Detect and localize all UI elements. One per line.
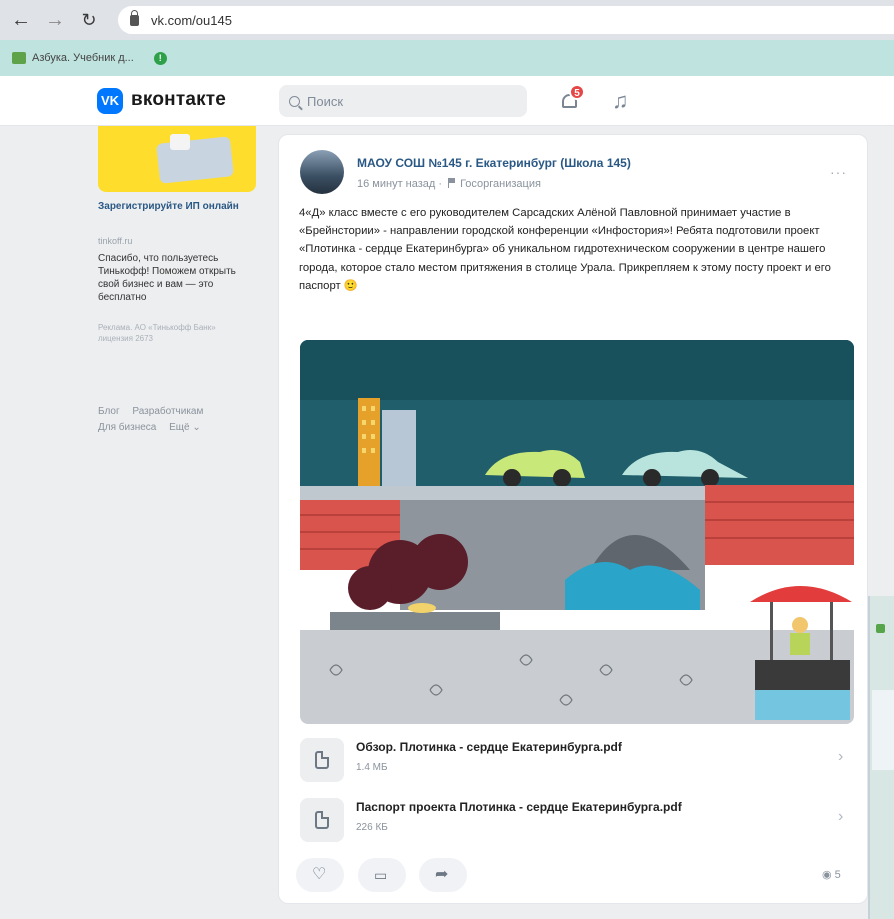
post-text: 4«Д» класс вместе с его руководителем Са…	[299, 207, 831, 292]
post-image[interactable]	[300, 340, 854, 724]
attachment-name: Паспорт проекта Плотинка - сердце Екатер…	[356, 800, 682, 814]
bookmarks-bar: Азбука. Учебник д... !	[0, 40, 894, 76]
overlay-favicon-icon	[876, 624, 885, 633]
like-button[interactable]: ♡	[296, 858, 344, 892]
attachment-size: 226 КБ	[356, 822, 388, 833]
ad-text: Спасибо, что пользуетесь Тинькофф! Помож…	[98, 253, 236, 303]
more-options-icon[interactable]: ···	[830, 164, 847, 180]
vk-logo-icon[interactable]: VK	[97, 88, 123, 114]
overlay-content	[872, 690, 894, 770]
search-input[interactable]: Поиск	[279, 85, 527, 117]
music-note-icon[interactable]: ♫	[612, 88, 629, 114]
share-button[interactable]: ➦	[419, 858, 467, 892]
chevron-right-icon: ›	[838, 808, 844, 825]
search-placeholder: Поиск	[307, 93, 344, 109]
chevron-right-icon: ›	[838, 748, 844, 765]
attachment-item[interactable]: Обзор. Плотинка - сердце Екатеринбурга.p…	[300, 734, 855, 790]
post-meta: 16 минут назад · Госорганизация	[357, 178, 541, 190]
site-header: VK вконтакте Поиск 5 ♫	[0, 76, 894, 126]
comment-button[interactable]: ▭	[358, 858, 406, 892]
lock-icon	[130, 9, 139, 26]
forward-arrow-icon[interactable]: →	[44, 9, 66, 31]
footer-links: Блог Разработчикам Для бизнеса Ещё ⌄	[98, 404, 258, 436]
search-icon	[289, 95, 300, 107]
reload-icon[interactable]: ↻	[78, 9, 100, 31]
ad-title[interactable]: Зарегистрируйте ИП онлайн	[98, 200, 258, 213]
views-counter: ◉ 5	[822, 868, 841, 881]
browser-toolbar: ← → ↻ vk.com/ou145	[0, 0, 894, 40]
footer-link-business[interactable]: Для бизнеса	[98, 422, 156, 433]
attachment-item[interactable]: Паспорт проекта Плотинка - сердце Екатер…	[300, 794, 855, 850]
ad-image[interactable]	[98, 126, 256, 192]
footer-link-developers[interactable]: Разработчикам	[132, 406, 203, 417]
org-label: Госорганизация	[460, 178, 541, 190]
eye-icon: ◉	[822, 869, 832, 881]
document-icon	[300, 798, 344, 842]
bookmark-favicon-icon	[12, 52, 26, 64]
bookmark-item[interactable]: Азбука. Учебник д...	[32, 52, 134, 64]
flag-icon	[448, 178, 456, 188]
url-text: vk.com/ou145	[151, 12, 232, 28]
share-icon: ➦	[435, 866, 449, 883]
ad-domain[interactable]: tinkoff.ru	[98, 236, 132, 246]
footer-link-more[interactable]: Ещё ⌄	[169, 422, 201, 433]
footer-link-blog[interactable]: Блог	[98, 406, 120, 417]
extension-icon[interactable]: !	[153, 51, 167, 65]
author-avatar[interactable]	[300, 150, 344, 194]
ad-illustration-paper	[170, 134, 190, 150]
url-bar[interactable]: vk.com/ou145	[118, 6, 894, 34]
ad-legal-text: Реклама. АО «Тинькофф Банк» лицензия 267…	[98, 323, 216, 343]
post-author[interactable]: МАОУ СОШ №145 г. Екатеринбург (Школа 145…	[357, 156, 631, 170]
notification-badge: 5	[569, 84, 585, 100]
attachment-name: Обзор. Плотинка - сердце Екатеринбурга.p…	[356, 740, 622, 754]
attachment-size: 1.4 МБ	[356, 762, 388, 773]
brand-name[interactable]: вконтакте	[131, 89, 226, 111]
back-arrow-icon[interactable]: ←	[10, 9, 32, 31]
document-icon	[300, 738, 344, 782]
ad-illustration	[156, 136, 234, 184]
comment-icon: ▭	[374, 867, 388, 883]
post-time[interactable]: 16 минут назад	[357, 178, 435, 190]
views-count: 5	[834, 869, 841, 881]
heart-icon: ♡	[312, 866, 327, 883]
